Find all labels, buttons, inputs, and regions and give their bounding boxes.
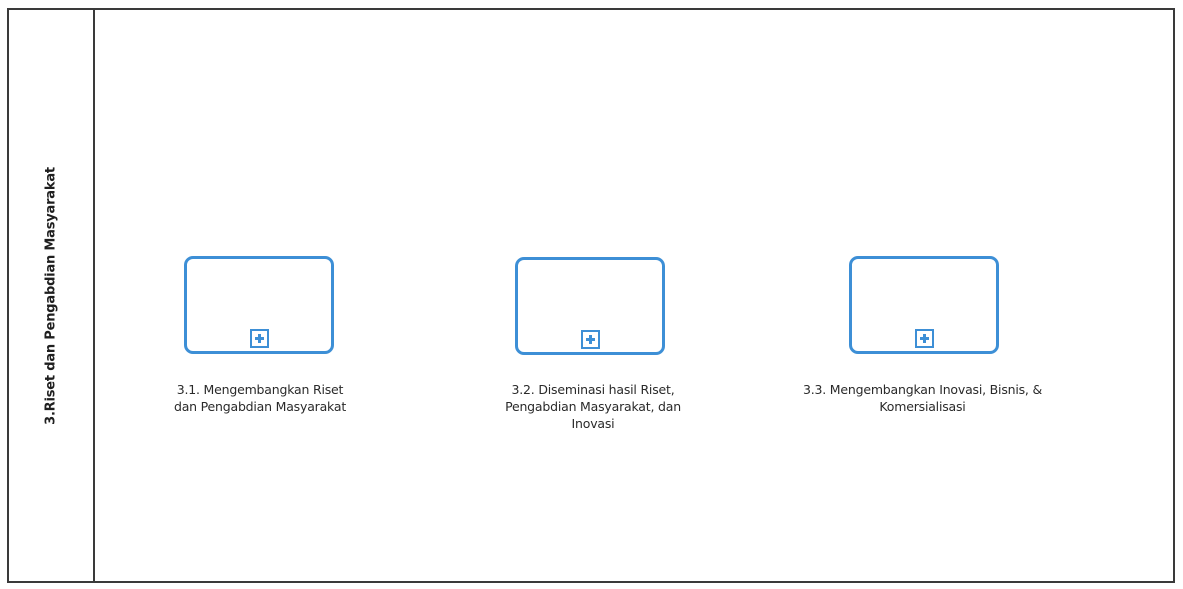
subprocess-3-1-label-line-1: 3.1. Mengembangkan Riset — [176, 382, 344, 397]
plus-icon[interactable] — [250, 329, 269, 348]
subprocess-3-3-label-line-2: Komersialisasi — [879, 399, 966, 414]
subprocess-3-1-label-line-2: dan Pengabdian Masyarakat — [173, 399, 347, 414]
lane-title: 3.Riset dan Pengabdian Masyarakat — [43, 166, 59, 425]
plus-icon[interactable] — [915, 329, 934, 348]
subprocess-3-2-label-line-2: Pengabdian Masyarakat, dan — [505, 399, 681, 414]
subprocess-3-3[interactable] — [849, 256, 999, 354]
subprocess-3-2-label-line-1: 3.2. Diseminasi hasil Riset, — [511, 382, 675, 397]
subprocess-3-3-label-line-1: 3.3. Mengembangkan Inovasi, Bisnis, & — [802, 382, 1043, 397]
subprocess-3-2-label-line-3: Inovasi — [571, 416, 615, 431]
subprocess-3-2-label: 3.2. Diseminasi hasil Riset, Pengabdian … — [473, 381, 713, 432]
subprocess-3-3-label: 3.3. Mengembangkan Inovasi, Bisnis, & Ko… — [750, 381, 1095, 415]
lane-header: 3.Riset dan Pengabdian Masyarakat — [9, 10, 95, 581]
subprocess-3-1[interactable] — [184, 256, 334, 354]
plus-icon[interactable] — [581, 330, 600, 349]
subprocess-3-2[interactable] — [515, 257, 665, 355]
subprocess-3-1-label: 3.1. Mengembangkan Riset dan Pengabdian … — [140, 381, 380, 415]
